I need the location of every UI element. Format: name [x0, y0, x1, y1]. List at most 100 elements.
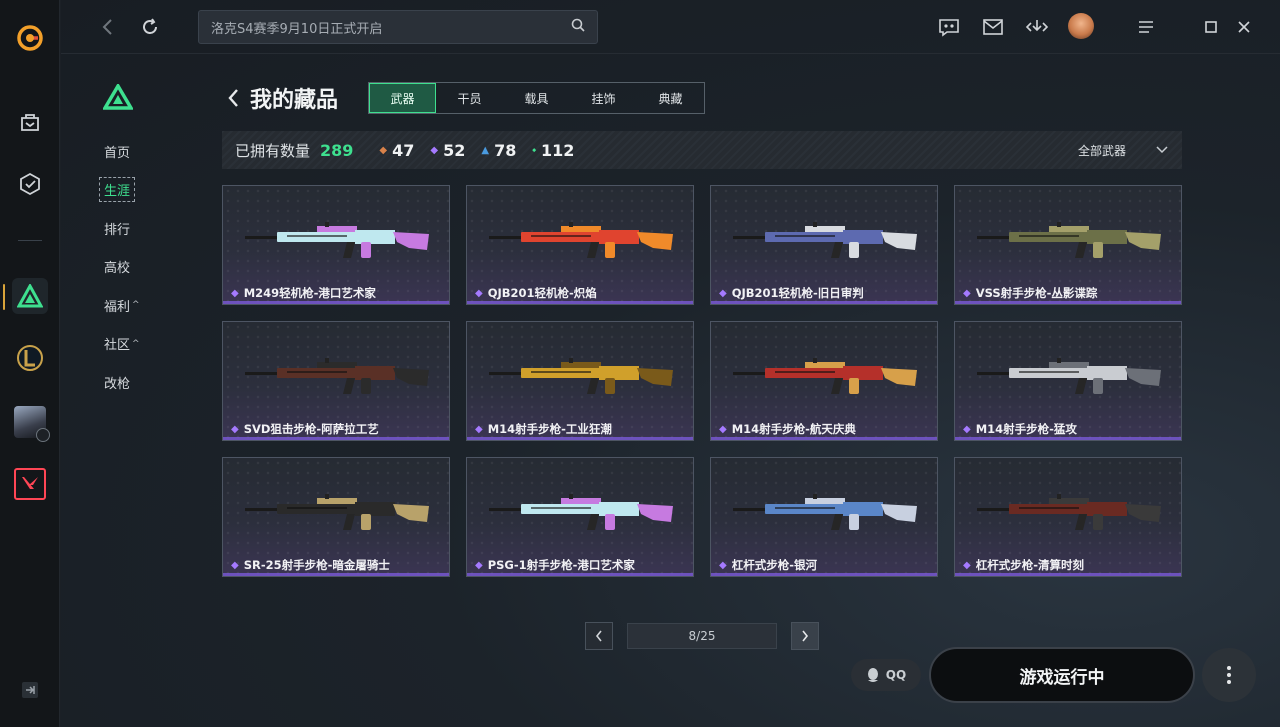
delta-force-game-icon[interactable]	[12, 278, 48, 314]
menu-icon[interactable]	[1134, 15, 1158, 39]
rarity-gem-icon: ◆	[475, 287, 483, 299]
weapon-card[interactable]: ◆ 杠杆式步枪-清算时刻	[954, 457, 1182, 577]
rarity-strip	[955, 437, 1181, 440]
weapon-card[interactable]: ◆ 杠杆式步枪-银河	[710, 457, 938, 577]
sidenav-item-gunsmith[interactable]: 改枪	[91, 363, 181, 402]
rarity-gem-icon: ◆	[475, 559, 483, 571]
game-hub-icon[interactable]	[12, 166, 48, 202]
game-avatar-icon[interactable]	[12, 404, 50, 442]
sidenav-label: 高校	[104, 261, 131, 277]
qq-button[interactable]: QQ	[851, 659, 921, 691]
maximize-icon[interactable]	[1199, 15, 1223, 39]
weapon-name: M14射手步枪-猛攻	[975, 422, 1077, 436]
weapon-filter-dropdown[interactable]: 全部武器	[1078, 142, 1168, 159]
store-bag-icon[interactable]	[12, 104, 48, 140]
weapon-image	[245, 358, 429, 394]
tab-vehicles[interactable]: 载具	[503, 83, 570, 113]
sidenav-item-university[interactable]: 高校	[91, 248, 181, 287]
weapon-image	[977, 358, 1161, 394]
weapon-card[interactable]: ◆ SR-25射手步枪-暗金屠骑士	[222, 457, 450, 577]
chevron-right-icon	[802, 630, 809, 642]
rarity-strip	[223, 573, 449, 576]
blue-chevron-icon: ▲	[481, 144, 490, 156]
qq-penguin-icon	[867, 668, 878, 682]
orange-gem-icon: ◆	[379, 144, 388, 156]
app-logo-icon[interactable]	[12, 20, 48, 56]
weapon-card[interactable]: ◆ M14射手步枪-工业狂潮	[466, 321, 694, 441]
tier-count-value: 112	[540, 140, 575, 160]
weapon-card[interactable]: ◆ M249轻机枪-港口艺术家	[222, 185, 450, 305]
weapon-image	[733, 494, 917, 530]
back-nav-icon[interactable]	[94, 14, 120, 40]
game-sidenav: 首页 生涯 排行 高校 福利 ^ 社区 ^ 改枪	[91, 82, 181, 402]
sidenav-item-community[interactable]: 社区 ^	[91, 325, 181, 364]
rarity-gem-icon: ◆	[963, 423, 971, 435]
weapon-card[interactable]: ◆ M14射手步枪-猛攻	[954, 321, 1182, 441]
weapon-card[interactable]: ◆ QJB201轻机枪-旧日审判	[710, 185, 938, 305]
more-vertical-icon	[1227, 666, 1231, 684]
chat-icon[interactable]	[937, 15, 961, 39]
tab-charms[interactable]: 挂饰	[570, 83, 637, 113]
chevron-left-icon	[595, 630, 602, 642]
more-options-button[interactable]	[1202, 648, 1256, 702]
tier-count-blue: ▲ 78	[481, 141, 516, 160]
owned-total: 289	[320, 140, 354, 160]
weapon-image	[733, 222, 917, 258]
weapon-card[interactable]: ◆ QJB201轻机枪-炽焰	[466, 185, 694, 305]
rail-divider	[18, 240, 42, 241]
rarity-gem-icon: ◆	[963, 559, 971, 571]
rarity-gem-icon: ◆	[231, 423, 239, 435]
rarity-gem-icon: ◆	[719, 287, 727, 299]
user-avatar[interactable]	[1068, 13, 1094, 39]
rarity-gem-icon: ◆	[719, 559, 727, 571]
prev-page-button[interactable]	[585, 622, 613, 650]
active-indicator	[3, 284, 5, 310]
refresh-icon[interactable]	[137, 14, 163, 40]
weapon-card[interactable]: ◆ PSG-1射手步枪-港口艺术家	[466, 457, 694, 577]
weapon-image	[245, 494, 429, 530]
rarity-strip	[467, 437, 693, 440]
weapon-image	[733, 358, 917, 394]
rarity-strip	[711, 437, 937, 440]
next-page-button[interactable]	[791, 622, 819, 650]
search-icon[interactable]	[571, 18, 585, 36]
weapon-image	[489, 222, 673, 258]
weapon-card[interactable]: ◆ M14射手步枪-航天庆典	[710, 321, 938, 441]
rarity-gem-icon: ◆	[963, 287, 971, 299]
sidenav-item-career[interactable]: 生涯	[91, 171, 181, 210]
back-chevron-icon[interactable]	[222, 87, 244, 109]
rarity-gem-icon: ◆	[231, 559, 239, 571]
weapon-card[interactable]: ◆ VSS射手步枪-丛影谍踪	[954, 185, 1182, 305]
main-area: 洛克S4赛季9月10日正式开启 首页 生涯 排行 高校 福利 ^ 社区 ^ 改枪…	[61, 0, 1280, 727]
collapse-sidebar-icon[interactable]	[12, 672, 48, 708]
sidenav-item-ranking[interactable]: 排行	[91, 209, 181, 248]
sidenav-label: 福利	[104, 299, 131, 315]
sidenav-item-welfare[interactable]: 福利 ^	[91, 286, 181, 325]
sidenav-item-home[interactable]: 首页	[91, 132, 181, 171]
tab-operators[interactable]: 干员	[436, 83, 503, 113]
weapon-card[interactable]: ◆ SVD狙击步枪-阿萨拉工艺	[222, 321, 450, 441]
valorant-icon[interactable]	[12, 466, 48, 502]
tab-weapons[interactable]: 武器	[369, 83, 437, 113]
league-of-legends-icon[interactable]	[12, 340, 48, 376]
pagination: 8/25	[585, 622, 819, 650]
launch-game-button[interactable]: 游戏运行中	[929, 647, 1195, 703]
weapon-name: SR-25射手步枪-暗金屠骑士	[243, 558, 390, 572]
app-rail	[0, 0, 60, 727]
weapon-image	[977, 494, 1161, 530]
tab-collections[interactable]: 典藏	[637, 83, 704, 113]
category-tabs: 武器 干员 载具 挂饰 典藏	[368, 82, 706, 114]
weapon-name: QJB201轻机枪-旧日审判	[731, 286, 864, 300]
search-input[interactable]: 洛克S4赛季9月10日正式开启	[198, 10, 598, 44]
rarity-strip	[223, 301, 449, 304]
weapon-image	[489, 358, 673, 394]
weapon-image	[489, 494, 673, 530]
mail-icon[interactable]	[981, 15, 1005, 39]
page-indicator: 8/25	[627, 623, 777, 649]
tier-count-value: 78	[494, 140, 517, 160]
close-icon[interactable]	[1232, 15, 1256, 39]
download-icon[interactable]	[1025, 15, 1049, 39]
search-placeholder: 洛克S4赛季9月10日正式开启	[211, 21, 383, 37]
delta-force-logo-icon	[101, 82, 135, 112]
sidenav-label: 生涯	[99, 177, 136, 203]
